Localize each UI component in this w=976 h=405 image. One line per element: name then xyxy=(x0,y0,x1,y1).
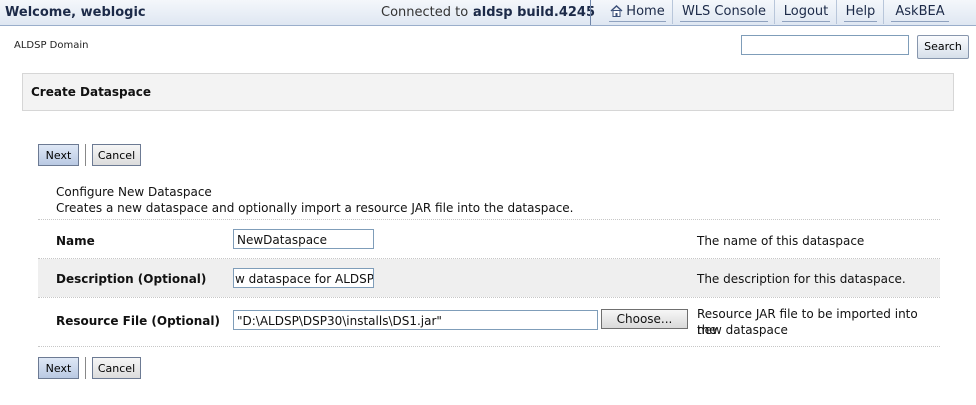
description-help: The description for this dataspace. xyxy=(697,272,906,286)
cancel-button-bottom[interactable]: Cancel xyxy=(92,357,141,379)
home-icon xyxy=(610,2,623,26)
welcome-text: Welcome, weblogic xyxy=(5,5,146,20)
nav-askbea[interactable]: AskBEA xyxy=(885,0,955,24)
page-title: Create Dataspace xyxy=(31,85,151,99)
name-label: Name xyxy=(56,234,95,248)
cancel-button-top[interactable]: Cancel xyxy=(92,144,141,166)
resource-file-help-line2: new dataspace xyxy=(697,323,788,337)
nav-logout-label: Logout xyxy=(783,4,829,19)
page-title-box: Create Dataspace xyxy=(22,73,954,111)
nav-help[interactable]: Help xyxy=(838,0,884,24)
row-divider xyxy=(38,346,940,347)
next-button-bottom[interactable]: Next xyxy=(38,357,79,379)
button-separator xyxy=(85,357,86,379)
name-help: The name of this dataspace xyxy=(697,234,865,248)
button-separator xyxy=(85,144,86,166)
description-field[interactable]: w dataspace for ALDSP xyxy=(233,268,374,288)
connected-label: Connected to : xyxy=(381,5,477,20)
nav-help-label: Help xyxy=(845,4,876,19)
top-bar: Welcome, weblogic Connected to : aldsp b… xyxy=(0,0,976,26)
search-button[interactable]: Search xyxy=(917,35,969,59)
resource-file-row: Resource File (Optional) "D:\ALDSP\DSP30… xyxy=(38,298,940,344)
search-input[interactable] xyxy=(741,35,909,55)
name-row: Name NewDataspace The name of this datas… xyxy=(38,220,940,258)
nav-divider xyxy=(590,0,591,25)
nav-wls-console-label: WLS Console xyxy=(681,4,767,19)
nav-home-label: Home xyxy=(626,4,665,19)
nav-askbea-label: AskBEA xyxy=(895,4,945,19)
breadcrumb: ALDSP Domain xyxy=(14,40,89,51)
connected-server: aldsp build.4245 xyxy=(473,5,596,20)
resource-file-label: Resource File (Optional) xyxy=(56,314,221,328)
next-button-top[interactable]: Next xyxy=(38,144,79,166)
name-field[interactable]: NewDataspace xyxy=(233,229,374,249)
nav-logout[interactable]: Logout xyxy=(776,0,837,24)
description-label: Description (Optional) xyxy=(56,272,207,286)
nav-wls-console[interactable]: WLS Console xyxy=(674,0,775,24)
resource-file-field[interactable]: "D:\ALDSP\DSP30\installs\DS1.jar" xyxy=(233,310,598,330)
nav-home[interactable]: Home xyxy=(603,0,673,24)
section-description: Creates a new dataspace and optionally i… xyxy=(56,201,574,215)
description-row: Description (Optional) w dataspace for A… xyxy=(38,259,940,297)
choose-file-button[interactable]: Choose... xyxy=(601,309,688,329)
section-title: Configure New Dataspace xyxy=(56,185,212,199)
